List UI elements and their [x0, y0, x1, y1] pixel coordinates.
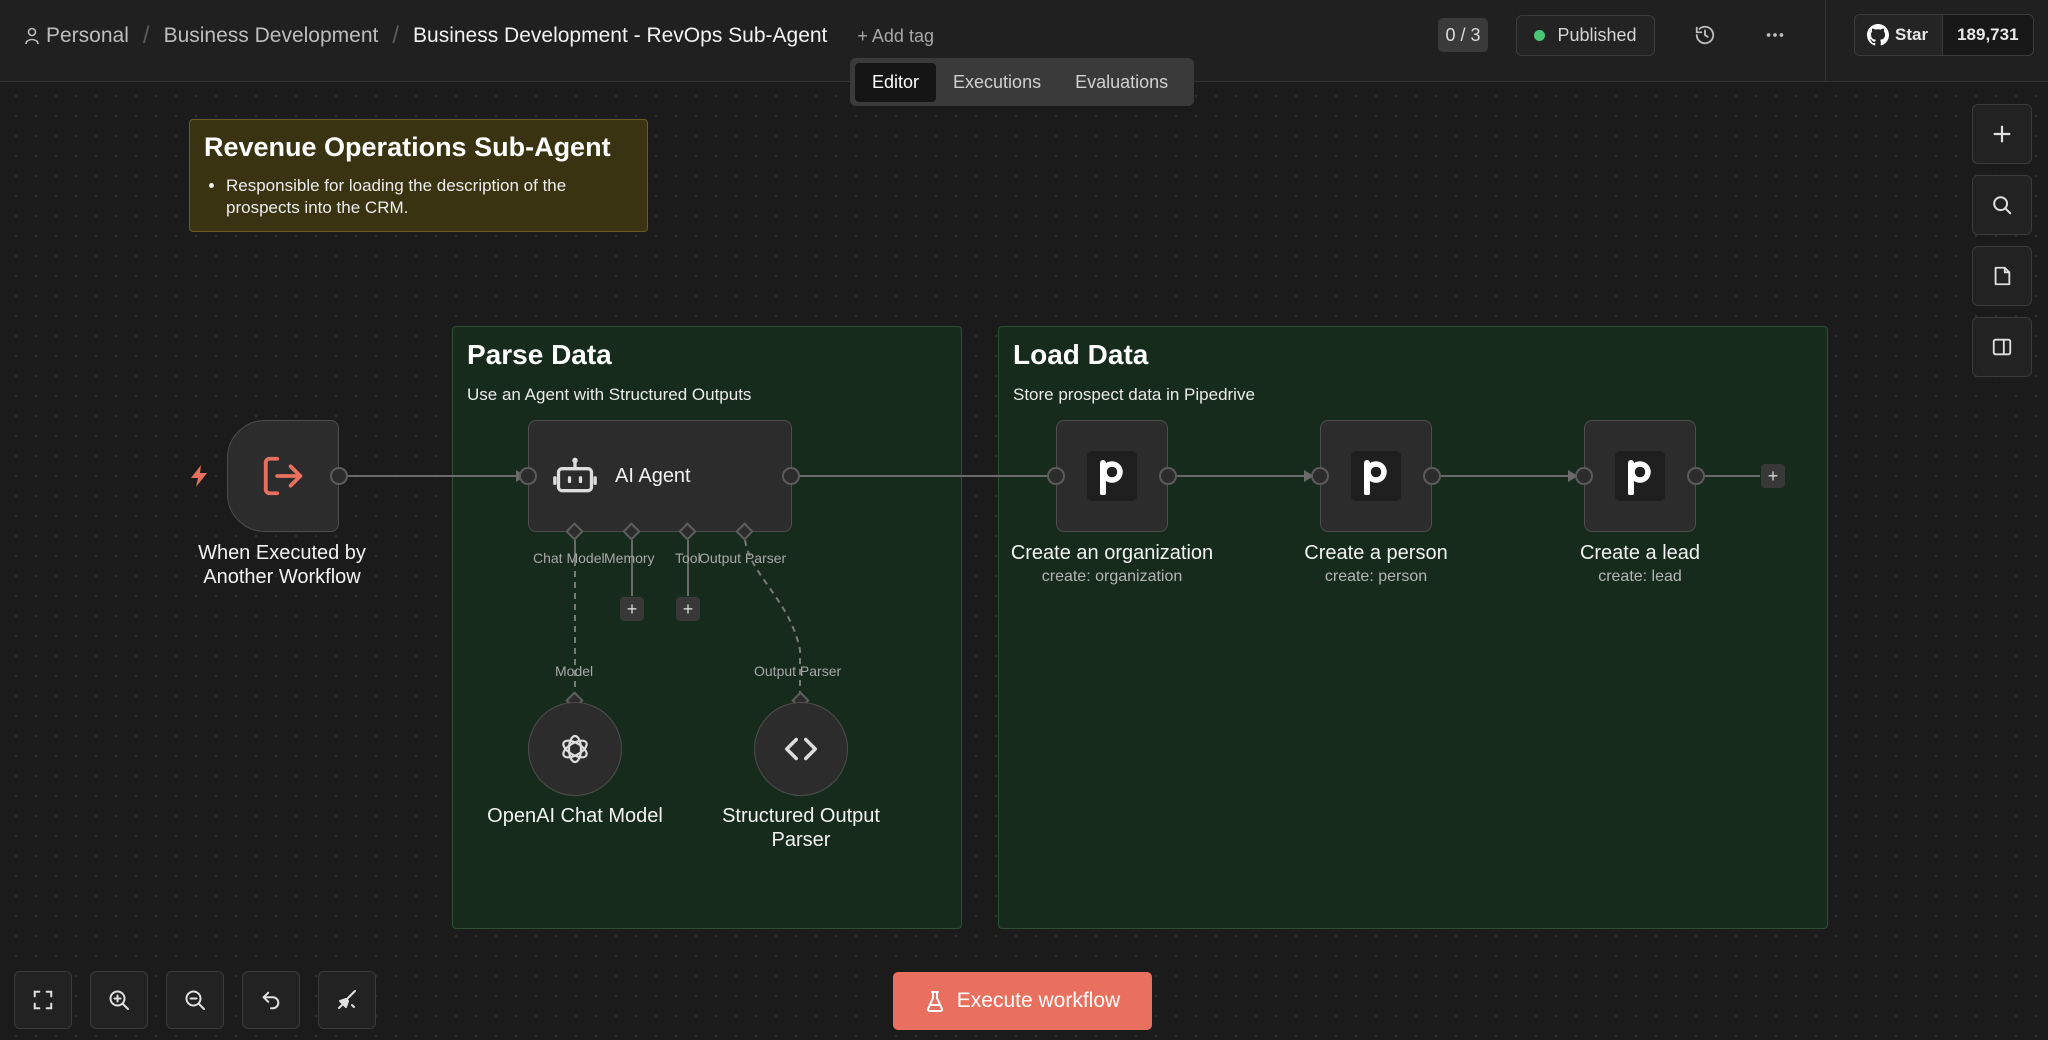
undo-icon — [262, 991, 280, 1010]
fit-view-button[interactable] — [14, 971, 72, 1029]
add-memory-button[interactable]: + — [620, 597, 644, 621]
tab-executions[interactable]: Executions — [936, 63, 1058, 102]
code-icon — [785, 737, 817, 761]
zoom-in-icon — [109, 990, 129, 1010]
plus-icon — [1993, 125, 2011, 143]
undo-button[interactable] — [242, 971, 300, 1029]
create-organization-subtitle: create: organization — [1041, 568, 1183, 585]
execute-workflow-button[interactable]: Execute workflow — [893, 972, 1152, 1030]
toggle-panel-button[interactable] — [1972, 317, 2032, 377]
create-organization-label: Create an organization — [1010, 542, 1214, 564]
trigger-node-label: When Executed by Another Workflow — [198, 542, 366, 588]
add-sticky-note-button[interactable] — [1972, 246, 2032, 306]
org-input-port[interactable] — [1047, 467, 1065, 485]
org-output-port[interactable] — [1159, 467, 1177, 485]
lead-output-port[interactable] — [1687, 467, 1705, 485]
trigger-bolt-icon — [191, 465, 207, 487]
structured-output-parser-node[interactable] — [754, 702, 848, 796]
add-next-node-button[interactable]: + — [1761, 464, 1785, 488]
create-lead-subtitle: create: lead — [1598, 568, 1682, 585]
sticky-note-icon — [1994, 266, 2011, 286]
output-parser-connector-label: Output Parser — [754, 663, 842, 679]
zoom-out-button[interactable] — [166, 971, 224, 1029]
create-organization-node[interactable] — [1056, 420, 1168, 532]
openai-chat-model-node[interactable] — [528, 702, 622, 796]
execute-workflow-label: Execute workflow — [956, 989, 1121, 1012]
memory-input-label: Memory — [604, 550, 655, 566]
create-person-label: Create a person — [1304, 542, 1448, 564]
sign-out-icon — [263, 456, 303, 496]
structured-output-parser-label: Structured Output Parser — [722, 805, 880, 851]
pipedrive-icon — [1087, 451, 1137, 501]
robot-icon — [553, 457, 597, 493]
output-parser-input-label: Output Parser — [699, 550, 787, 566]
openai-chat-model-label: OpenAI Chat Model — [487, 805, 663, 827]
search-nodes-button[interactable] — [1972, 175, 2032, 235]
fullscreen-icon — [33, 990, 53, 1010]
create-lead-label: Create a lead — [1579, 542, 1701, 564]
model-connector-label: Model — [555, 663, 594, 679]
add-tool-button[interactable]: + — [676, 597, 700, 621]
ai-agent-node[interactable]: AI Agent — [528, 420, 792, 532]
broom-icon — [338, 990, 356, 1009]
add-node-button[interactable] — [1972, 104, 2032, 164]
person-input-port[interactable] — [1311, 467, 1329, 485]
pipedrive-icon — [1351, 451, 1401, 501]
tidy-up-button[interactable] — [318, 971, 376, 1029]
zoom-out-icon — [185, 990, 205, 1010]
trigger-output-port[interactable] — [330, 467, 348, 485]
tab-editor[interactable]: Editor — [855, 62, 937, 102]
lead-input-port[interactable] — [1575, 467, 1593, 485]
ai-agent-output-port[interactable] — [782, 467, 800, 485]
person-output-port[interactable] — [1423, 467, 1441, 485]
tab-evaluations[interactable]: Evaluations — [1058, 63, 1185, 102]
zoom-in-button[interactable] — [90, 971, 148, 1029]
flask-icon — [926, 991, 943, 1012]
view-tabs: Editor Executions Evaluations — [850, 58, 1194, 106]
tool-input-label: Tool — [675, 550, 700, 566]
trigger-node[interactable] — [227, 420, 339, 532]
pipedrive-icon — [1615, 451, 1665, 501]
create-lead-node[interactable] — [1584, 420, 1696, 532]
search-icon — [1993, 196, 2012, 215]
ai-agent-input-port[interactable] — [519, 467, 537, 485]
ai-agent-label: AI Agent — [615, 464, 691, 487]
chat-model-input-label: Chat Model — [533, 550, 605, 566]
openai-icon — [562, 734, 588, 764]
sidebar-panel-icon — [1992, 338, 2012, 356]
create-person-node[interactable] — [1320, 420, 1432, 532]
create-person-subtitle: create: person — [1324, 568, 1428, 585]
